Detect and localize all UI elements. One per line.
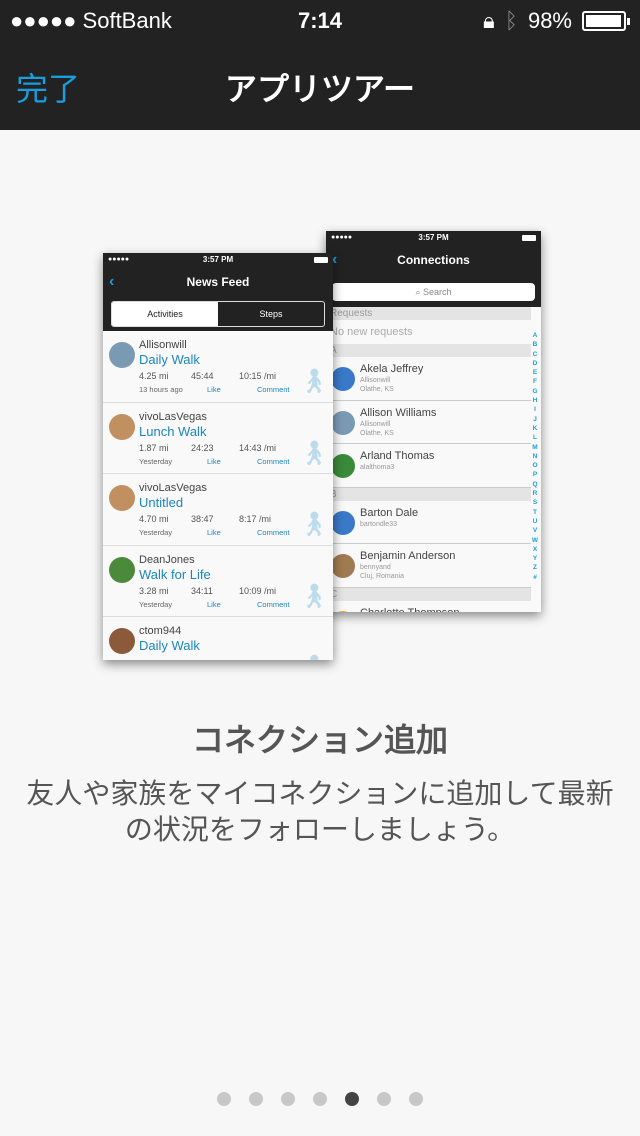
requests-header: Requests (326, 307, 531, 320)
avatar (109, 556, 135, 583)
page-dot[interactable] (377, 1092, 391, 1106)
section-header: C (326, 587, 531, 601)
avatar (331, 510, 355, 535)
walking-icon: 🚶︎ (299, 653, 329, 660)
feed-item: ctom944Daily Walk🚶︎ (103, 617, 333, 660)
back-icon: ‹ (109, 273, 115, 290)
news-feed-screenshot: ●●●●● 3:57 PM ‹ News Feed Activities Steps … (103, 253, 333, 660)
mini-time: 3:57 PM (202, 255, 234, 264)
battery-percent: 98% (527, 8, 572, 33)
page-dot[interactable] (345, 1092, 359, 1106)
connection-item: Charlotte Thompson (326, 601, 531, 612)
avatar (331, 367, 355, 391)
page-dot[interactable] (217, 1092, 231, 1106)
page-dot[interactable] (409, 1092, 423, 1106)
alphabet-index: A B C D E F G H I J K L M N O P Q R S T U V W X Y Z # (531, 332, 539, 581)
feature-heading: コネクション追加 (191, 722, 448, 758)
tab-steps: Steps (259, 309, 283, 319)
connections-title: Connections (397, 253, 470, 267)
walking-icon: 🚶︎ (298, 368, 329, 395)
avatar (331, 554, 355, 578)
section-header: B (326, 487, 531, 501)
connection-item: Barton Dale bartondle33 (326, 501, 531, 544)
feature-description: 友人や家族をマイコネクションに追加して最新の状況をフォローしましょう。 (26, 778, 614, 845)
avatar (331, 410, 355, 435)
section-header: A (326, 344, 531, 357)
connections-screenshot: ●●●●● 3:57 PM ‹ Connections ⌕ Search Reque… (326, 231, 541, 612)
bluetooth-icon: ᛒ (504, 8, 518, 33)
mini-time: 3:57 PM (418, 233, 449, 242)
avatar (109, 342, 135, 368)
feed-item: Allisonwill Daily Walk 4.25 mi 45:44 10:15 /… (103, 331, 333, 403)
avatar (109, 485, 135, 511)
feed-title: News Feed (186, 275, 250, 289)
tab-activities: Activities (112, 302, 218, 326)
top-bar: ●●●●● SoftBank 7:14 🔒︎ ᛒ 98% 完了 アプリツアー (0, 0, 640, 130)
walking-icon: 🚶︎ (298, 582, 329, 610)
connection-item: Allison Williams Allisonwill Olathe, KS (326, 401, 531, 444)
rotation-lock-icon: 🔒︎ (483, 8, 495, 33)
page-dot[interactable] (313, 1092, 327, 1106)
connection-item: Akela Jeffrey Allisonwill Olathe, KS (326, 357, 531, 401)
feed-item: vivoLasVegas Untitled 4.70 mi 38:47 8:17 /mi… (103, 474, 333, 546)
avatar (109, 628, 135, 654)
page-title: アプリツアー (224, 71, 416, 107)
no-requests: No new requests (330, 326, 413, 338)
avatar (109, 413, 135, 440)
page-dot[interactable] (281, 1092, 295, 1106)
avatar (331, 454, 355, 478)
connection-item: Benjamin Anderson bennyand Cluj, Romania (326, 544, 531, 588)
avatar (331, 610, 355, 612)
search-field: ⌕ Search (332, 283, 535, 301)
feed-item: DeanJones Walk for Life 3.28 mi 34:11 10:09 … (103, 546, 333, 617)
feed-item: vivoLasVegas Lunch Walk 1.87 mi 24:23 14:43 … (103, 403, 333, 474)
walking-icon: 🚶︎ (298, 439, 329, 467)
connection-item: Arland Thomas alalthoma3 (326, 444, 531, 488)
status-bar: ●●●●● SoftBank 7:14 🔒︎ ᛒ 98% (0, 0, 640, 40)
page-dot[interactable] (249, 1092, 263, 1106)
battery-icon (582, 11, 630, 31)
walking-icon: 🚶︎ (298, 511, 329, 538)
page-indicator[interactable] (0, 1092, 640, 1106)
